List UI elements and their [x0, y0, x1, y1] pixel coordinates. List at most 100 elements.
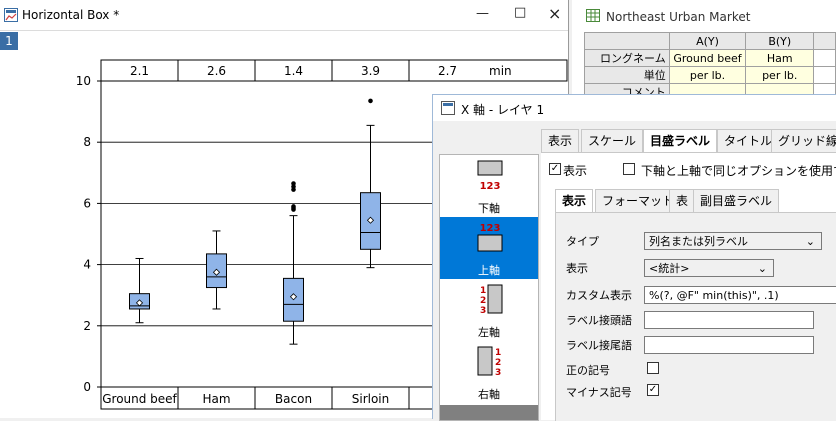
- display-select[interactable]: <統計> ⌄: [644, 259, 774, 277]
- right-axis-icon: 1 2 3: [477, 346, 501, 378]
- svg-text:123: 123: [480, 223, 501, 234]
- minimize-button[interactable]: —: [476, 6, 489, 21]
- y-tick-label: 4: [83, 258, 91, 272]
- dialog-title: X 軸 - レイヤ 1: [461, 103, 545, 117]
- top-axis-label: 2.7: [438, 64, 457, 78]
- tab-display[interactable]: 表示: [541, 129, 580, 152]
- outlier-point: [368, 98, 373, 104]
- col-header-a[interactable]: A(Y): [668, 32, 747, 50]
- col-header-c[interactable]: [813, 32, 836, 50]
- nav-item-top-axis[interactable]: 123 上軸: [440, 217, 538, 279]
- y-tick-label: 10: [76, 74, 91, 88]
- worksheet-table: A(Y) B(Y) ロングネーム Ground beef Ham 単位 per …: [584, 32, 836, 101]
- svg-text:2: 2: [480, 296, 486, 306]
- close-button[interactable]: ×: [548, 4, 561, 23]
- y-tick-label: 0: [83, 380, 91, 394]
- display-select-value: <統計>: [649, 262, 690, 275]
- same-option-label: 下軸と上軸で同じオプションを使用する: [641, 164, 836, 178]
- minus-sign-label: マイナス記号: [566, 386, 632, 399]
- tab-title[interactable]: タイトル: [717, 129, 780, 152]
- corner-cell: [584, 32, 670, 50]
- tab-tick-labels[interactable]: 目盛ラベル: [643, 129, 718, 153]
- suffix-label: ラベル接尾語: [566, 339, 632, 352]
- data-window-title: Northeast Urban Market: [606, 10, 751, 24]
- data-titlebar[interactable]: Northeast Urban Market: [572, 0, 836, 30]
- svg-text:123: 123: [480, 181, 501, 191]
- axis-dialog: X 軸 - レイヤ 1 123 下軸 123 上軸 1 2 3 左軸 1 2 3…: [432, 94, 836, 421]
- chevron-down-icon: ⌄: [805, 235, 815, 248]
- plus-sign-label: 正の記号: [566, 364, 610, 377]
- cell[interactable]: [813, 66, 836, 84]
- same-option-checkbox[interactable]: [623, 163, 635, 175]
- cell[interactable]: per lb.: [745, 66, 815, 84]
- left-axis-icon: 1 2 3: [480, 284, 503, 316]
- top-axis-icon: 123: [477, 223, 503, 252]
- category-label: Ground beef: [102, 392, 177, 406]
- minus-sign-checkbox[interactable]: ✓: [647, 384, 659, 396]
- row-label: 単位: [584, 66, 670, 84]
- graph-window-icon: [4, 8, 18, 22]
- graph-titlebar[interactable]: Horizontal Box * — □ ×: [0, 0, 568, 31]
- bottom-axis-icon: 123: [477, 160, 503, 191]
- prefix-label: ラベル接頭語: [566, 314, 632, 327]
- worksheet-icon: [586, 9, 600, 22]
- svg-text:3: 3: [480, 306, 486, 316]
- tab-panel: ✓ 表示 下軸と上軸で同じオプションを使用する 表示 フォーマット 表 副目盛ラ…: [541, 152, 836, 421]
- svg-text:2: 2: [495, 358, 501, 368]
- type-label: タイプ: [566, 235, 599, 248]
- nav-item-label: 下軸: [478, 202, 500, 215]
- chevron-down-icon: ⌄: [757, 262, 767, 275]
- subtab-display[interactable]: 表示: [555, 189, 594, 213]
- show-checkbox-label: 表示: [563, 164, 588, 178]
- type-select-value: 列名または列ラベル: [649, 235, 748, 248]
- maximize-button[interactable]: □: [514, 5, 526, 20]
- category-label: Sirloin: [352, 392, 390, 406]
- prefix-input[interactable]: [644, 311, 814, 329]
- outlier-point: [291, 204, 296, 209]
- nav-item-left-axis[interactable]: 1 2 3 左軸: [440, 279, 538, 341]
- plus-sign-checkbox[interactable]: [647, 362, 659, 374]
- y-tick-label: 2: [83, 319, 91, 333]
- dialog-titlebar[interactable]: X 軸 - レイヤ 1: [433, 95, 836, 121]
- tab-scale[interactable]: スケール: [581, 129, 644, 152]
- top-axis-label: 1.4: [284, 64, 303, 78]
- top-axis-label: 3.9: [361, 64, 380, 78]
- top-axis-label: 2.6: [207, 64, 226, 78]
- sub-tab-strip: 表示 フォーマット 表 副目盛ラベル: [555, 189, 836, 213]
- nav-item-label: 右軸: [478, 388, 500, 401]
- nav-item-bottom-axis[interactable]: 123 下軸: [440, 155, 538, 217]
- cell[interactable]: Ground beef: [668, 49, 747, 67]
- cell[interactable]: Ham: [745, 49, 815, 67]
- graph-window-title: Horizontal Box *: [22, 8, 120, 22]
- svg-text:1: 1: [480, 286, 486, 296]
- tab-grid-lines[interactable]: グリッド線: [771, 129, 836, 152]
- nav-item-right-axis[interactable]: 1 2 3 右軸: [440, 341, 538, 403]
- show-checkbox[interactable]: ✓: [549, 163, 561, 175]
- cell[interactable]: [813, 49, 836, 67]
- suffix-input[interactable]: [644, 336, 814, 354]
- category-label: Ham: [202, 392, 230, 406]
- sub-tab-panel: タイプ 列名または列ラベル ⌄ 表示 <統計> ⌄ カスタム表示 %(?, @F…: [555, 212, 836, 421]
- row-label: ロングネーム: [584, 49, 670, 67]
- outlier-point: [291, 181, 296, 186]
- top-axis-unit: min: [489, 64, 512, 78]
- svg-text:3: 3: [495, 368, 501, 378]
- display-label: 表示: [566, 262, 588, 275]
- y-tick-label: 8: [83, 135, 91, 149]
- data-window: Northeast Urban Market A(Y) B(Y) ロングネーム …: [572, 0, 836, 101]
- category-label: Bacon: [275, 392, 312, 406]
- col-header-b[interactable]: B(Y): [745, 32, 815, 50]
- top-axis-label: 2.1: [130, 64, 149, 78]
- nav-item-label: 上軸: [478, 264, 500, 277]
- type-select[interactable]: 列名または列ラベル ⌄: [644, 232, 822, 250]
- custom-display-input[interactable]: %(?, @F" min(this)", .1): [644, 286, 836, 304]
- subtab-minor-labels[interactable]: 副目盛ラベル: [693, 189, 780, 212]
- nav-item-label: 左軸: [478, 326, 500, 339]
- cell[interactable]: per lb.: [668, 66, 747, 84]
- main-tab-strip: 表示 スケール 目盛ラベル タイトル グリッド線 軸: [541, 129, 836, 153]
- custom-label: カスタム表示: [566, 289, 632, 302]
- y-tick-label: 6: [83, 196, 91, 210]
- subtab-table[interactable]: 表: [669, 189, 696, 212]
- axis-nav-list: 123 下軸 123 上軸 1 2 3 左軸 1 2 3 右軸: [439, 154, 539, 421]
- svg-text:1: 1: [495, 348, 501, 358]
